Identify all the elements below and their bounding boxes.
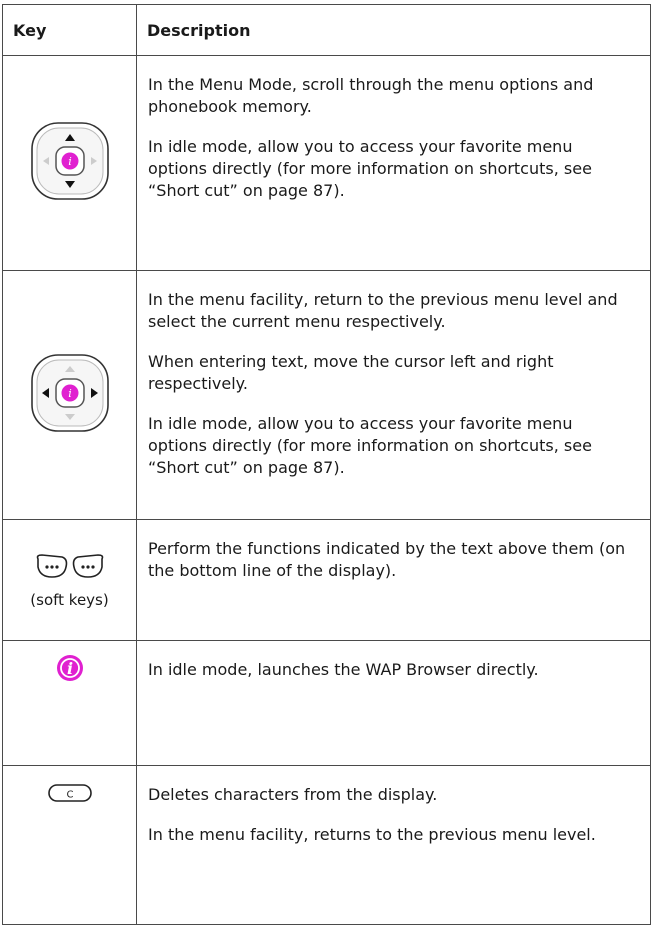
wap-browser-key-icon: i [56,655,83,681]
description-text: When entering text, move the cursor left… [148,352,554,393]
table-row: i In the menu facility, return to the pr… [2,270,651,520]
key-description-table: Key Description i In the Menu Mode, scro… [2,4,651,925]
svg-text:C: C [66,790,73,801]
key-cell: i [2,640,137,766]
description-text: In idle mode, launches the WAP Browser d… [148,660,539,679]
svg-text:i: i [68,155,72,168]
table-row: (soft keys) Perform the functions indica… [2,519,651,641]
description-cell: In idle mode, launches the WAP Browser d… [136,640,651,766]
soft-keys-icon [36,554,103,578]
nav-key-up-down-icon: i [30,122,109,200]
table-row: i In idle mode, launches the WAP Browser… [2,640,651,766]
key-column-header: Key [2,4,137,56]
description-cell: In the menu facility, return to the prev… [136,270,651,520]
c-key-icon: C [47,784,92,802]
description-text: Deletes characters from the display. [148,785,438,804]
table-row: C Deletes characters from the display. I… [2,765,651,925]
key-cell: (soft keys) [2,519,137,641]
description-column-header: Description [136,4,651,56]
description-cell: Perform the functions indicated by the t… [136,519,651,641]
description-text: In the menu facility, returns to the pre… [148,825,596,844]
description-text: Perform the functions indicated by the t… [148,539,626,580]
nav-key-left-right-icon: i [30,354,109,432]
table-row: i In the Menu Mode, scroll through the m… [2,55,651,271]
description-text: In idle mode, allow you to access your f… [148,137,592,200]
description-text: In the menu facility, return to the prev… [148,290,618,331]
key-cell: C [2,765,137,925]
key-cell: i [2,270,137,520]
description-cell: Deletes characters from the display. In … [136,765,651,925]
description-text: In idle mode, allow you to access your f… [148,414,592,477]
svg-text:i: i [66,659,72,678]
soft-keys-label: (soft keys) [30,591,109,609]
description-text: In the Menu Mode, scroll through the men… [148,75,594,116]
description-cell: In the Menu Mode, scroll through the men… [136,55,651,271]
key-cell: i [2,55,137,271]
svg-text:i: i [68,387,72,400]
table-header-row: Key Description [2,4,651,56]
